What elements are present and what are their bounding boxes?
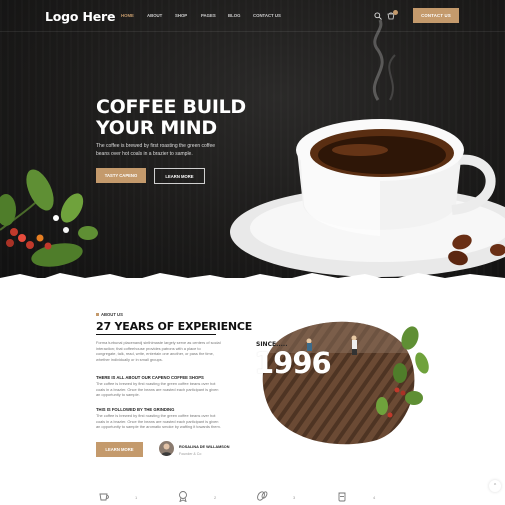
tasty-capeno-button[interactable]: TASTY CAPENO	[96, 168, 146, 183]
contact-us-button[interactable]: CONTACT US	[413, 8, 459, 23]
about-title-underline	[96, 334, 216, 335]
scroll-to-top-button[interactable]: ^	[489, 480, 501, 492]
about-paragraph-2: The coffee is brewed by first roasting t…	[96, 381, 219, 398]
feature-number-2: 2	[214, 495, 217, 500]
about-learn-more-button[interactable]: LEARN MORE	[96, 442, 143, 457]
about-title: 27 YEARS OF EXPERIENCE	[96, 320, 253, 333]
hero-title-line2: YOUR MIND	[96, 117, 217, 139]
award-icon	[179, 491, 187, 502]
nav-divider	[0, 31, 505, 32]
nav-item-blog[interactable]: BLOG	[228, 13, 240, 18]
author-role: Founder & Co	[179, 452, 202, 456]
hero-title: COFFEE BUILD YOUR MIND	[96, 97, 246, 139]
hero-description: The coffee is brewed by first roasting t…	[96, 143, 216, 157]
coffee-farm-image	[262, 321, 429, 445]
about-label: ABOUT US	[101, 312, 123, 317]
nav-item-contact[interactable]: CONTACT US	[253, 13, 281, 18]
coffee-cup-icon	[99, 493, 109, 501]
about-paragraph-3: The coffee is brewed by first roasting t…	[96, 413, 221, 430]
search-icon[interactable]	[374, 12, 382, 20]
about-paragraph-1: Forma turbunai placenandj sinthimaste la…	[96, 340, 221, 362]
feature-number-1: 1	[135, 495, 138, 500]
coffee-cup-image	[0, 19, 505, 277]
about-label-marker	[96, 313, 99, 316]
nav-item-pages[interactable]: PAGES	[201, 13, 216, 18]
nav-item-shop[interactable]: SHOP	[175, 13, 187, 18]
feature-number-3: 3	[293, 495, 296, 500]
since-year: 1996	[254, 346, 332, 380]
nav-item-about[interactable]: ABOUT	[147, 13, 162, 18]
hero-section	[0, 0, 505, 278]
about-subheading-1: THERE IS ALL ABOUT OUR CAPENO COFFEE SHO…	[96, 375, 204, 380]
torn-edge	[0, 273, 505, 290]
top-navbar: Logo Here HOME ABOUT SHOP PAGES BLOG CON…	[0, 0, 505, 32]
beans-icon	[257, 491, 268, 501]
nav-item-home[interactable]: HOME	[121, 13, 134, 18]
cup-icon	[338, 492, 346, 502]
about-subheading-2: THIS IS FOLLOWED BY THE GRINDING	[96, 407, 175, 412]
author-name: ROSALINA DE WILLAMSON	[179, 445, 230, 449]
feature-number-4: 4	[373, 495, 376, 500]
author-avatar	[159, 441, 174, 456]
cart-badge	[393, 10, 398, 15]
hero-learn-more-button[interactable]: LEARN MORE	[154, 168, 205, 184]
logo[interactable]: Logo Here	[45, 9, 115, 24]
hero-title-line1: COFFEE BUILD	[96, 96, 246, 118]
